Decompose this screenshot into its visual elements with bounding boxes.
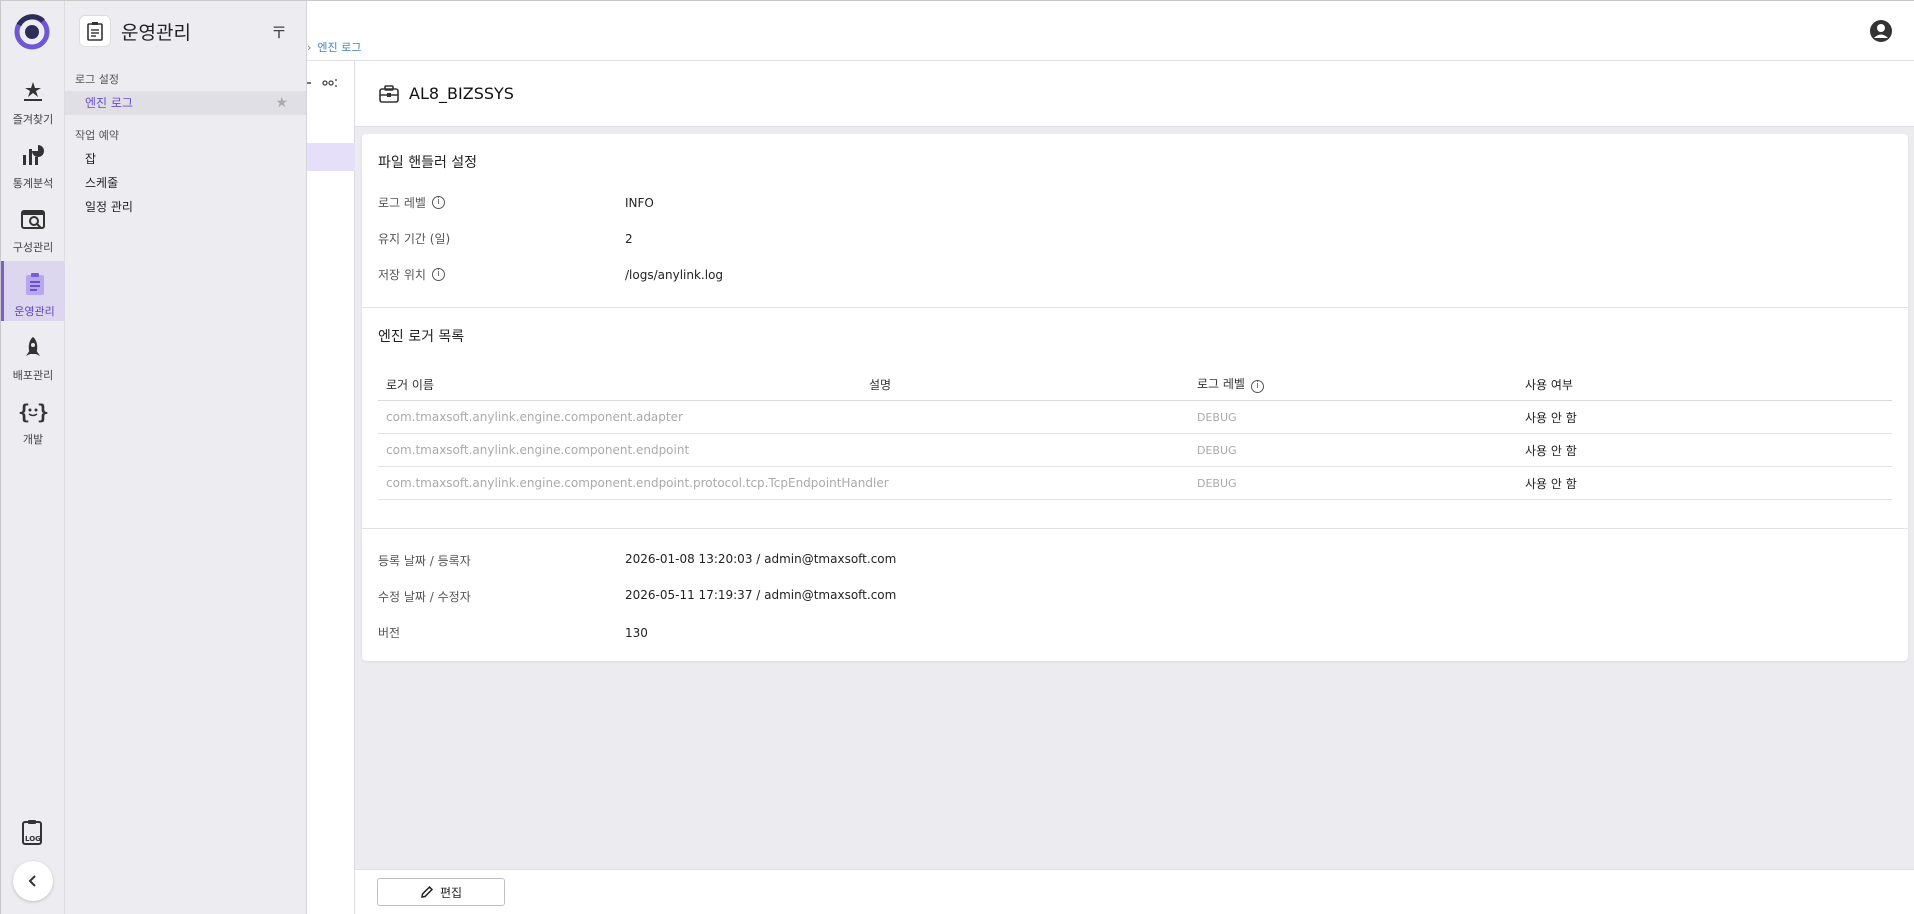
logger-level: DEBUG [1197,476,1237,490]
modified-value: 2026-05-11 17:19:37 / admin@tmaxsoft.com [625,588,897,602]
logger-name: com.tmaxsoft.anylink.engine.component.en… [386,476,889,490]
tree-selected-row[interactable] [307,143,355,171]
col-header-label: 로그 레벨 [1197,377,1245,391]
chevron-left-icon [28,875,36,887]
detail-card: 파일 핸들러 설정 로그 레벨 i INFO 유지 기간 (일) 2 저장 위치 i… [362,134,1908,661]
info-icon[interactable]: i [431,196,445,209]
col-header-level: 로그 레벨 i [1197,375,1525,393]
menu-section-title: 로그 설정 [75,73,119,86]
rail-item-label: 통계분석 [12,177,54,190]
svg-text:LOG: LOG [25,835,41,843]
logger-table: 로거 이름 설명 로그 레벨 i 사용 여부 com.tmaxsoft.anyli… [378,368,1892,500]
version-label: 버전 [378,626,401,640]
tree-tools-icon[interactable] [307,76,347,90]
location-label: 저장 위치 i [378,266,445,283]
page-title: AL8_BIZSSYS [409,84,514,103]
rail-item-stats[interactable]: 통계분석 [1,133,65,193]
edit-label: 편집 [439,885,463,900]
divider [362,528,1908,529]
icon-rail: 즐겨찾기 통계분석 구성관리 운영관리 배포관리 {} 개발 LOG [1,1,65,914]
top-bar: › 엔진 로그 [307,1,1914,61]
svg-text:{: { [18,400,30,424]
code-icon: {} [18,397,48,427]
tree-toolbar [307,76,347,93]
main-content: AL8_BIZSSYS 파일 핸들러 설정 로그 레벨 i INFO 유지 기간 … [355,61,1914,914]
table-row[interactable]: com.tmaxsoft.anylink.engine.component.en… [378,467,1892,500]
col-header-use: 사용 여부 [1525,377,1573,392]
field-label: 로그 레벨 [378,196,426,210]
secondary-menu: 운영관리 〒 로그 설정 엔진 로그 ★ 작업 예약 잡 스케줄 일정 관리 [65,1,307,914]
pin-icon[interactable]: 〒 [271,19,287,43]
pencil-icon [421,885,434,898]
table-row[interactable]: com.tmaxsoft.anylink.engine.component.ad… [378,401,1892,434]
section-title-loggers: 엔진 로거 목록 [378,329,465,345]
retention-value: 2 [625,232,633,246]
modified-label: 수정 날짜 / 수정자 [378,590,471,604]
field-label: 저장 위치 [378,268,426,282]
logger-level: DEBUG [1197,410,1237,424]
edit-button[interactable]: 편집 [377,878,505,906]
rail-item-dev[interactable]: {} 개발 [1,389,65,449]
favorite-star-icon[interactable]: ★ [275,91,288,115]
config-icon [18,205,48,235]
rail-item-deploy[interactable]: 배포관리 [1,325,65,385]
rail-item-label: 개발 [22,433,44,446]
logger-name: com.tmaxsoft.anylink.engine.component.en… [386,443,690,457]
col-header-name: 로거 이름 [386,377,434,392]
rail-item-operations[interactable]: 운영관리 [1,261,65,321]
menu-item-calendar[interactable]: 일정 관리 [65,195,306,219]
menu-item-engine-log[interactable]: 엔진 로그 ★ [65,91,306,115]
star-list-icon [18,77,48,107]
breadcrumb: › 엔진 로그 [307,39,361,55]
detail-title-bar: AL8_BIZSSYS [355,61,1914,127]
rail-item-label: 배포관리 [12,369,54,382]
stats-icon [18,141,48,171]
chevron-right-icon: › [307,41,312,54]
rail-item-label: 운영관리 [14,305,55,318]
menu-item-job[interactable]: 잡 [65,147,306,171]
logger-name: com.tmaxsoft.anylink.engine.component.ad… [386,410,683,424]
menu-header: 운영관리 〒 [65,1,306,61]
breadcrumb-current[interactable]: 엔진 로그 [317,41,361,54]
col-header-desc: 설명 [869,377,892,392]
rail-item-label: 구성관리 [12,241,54,254]
location-value: /logs/anylink.log [625,268,724,282]
logger-use: 사용 안 함 [1525,443,1577,458]
menu-section-title: 작업 예약 [75,129,119,142]
action-bar: 편집 [355,869,1914,914]
clipboard-icon [20,269,50,299]
clipboard-icon [79,15,111,47]
table-header: 로거 이름 설명 로그 레벨 i 사용 여부 [378,368,1892,401]
version-value: 130 [625,626,648,640]
rail-item-favorites[interactable]: 즐겨찾기 [1,69,65,129]
logger-use: 사용 안 함 [1525,476,1577,491]
retention-label: 유지 기간 (일) [378,232,451,246]
log-level-label: 로그 레벨 i [378,194,445,211]
section-title-file-handler: 파일 핸들러 설정 [378,155,478,171]
rocket-icon [18,333,48,363]
info-icon[interactable]: i [1250,380,1264,393]
created-value: 2026-01-08 13:20:03 / admin@tmaxsoft.com [625,552,897,566]
briefcase-icon [379,84,399,103]
log-icon[interactable]: LOG [20,819,46,847]
app-logo-icon[interactable] [13,13,51,51]
rail-item-label: 즐겨찾기 [12,113,54,126]
menu-item-label: 엔진 로그 [85,96,133,110]
rail-item-config[interactable]: 구성관리 [1,197,65,257]
created-label: 등록 날짜 / 등록자 [378,554,471,568]
menu-title: 운영관리 [121,21,191,44]
collapse-button[interactable] [13,861,53,901]
logger-level: DEBUG [1197,443,1237,457]
log-level-value: INFO [625,196,654,210]
svg-text:}: } [37,400,48,424]
table-row[interactable]: com.tmaxsoft.anylink.engine.component.en… [378,434,1892,467]
tree-panel [307,61,355,914]
divider [362,307,1908,308]
logger-use: 사용 안 함 [1525,410,1577,425]
user-account-icon[interactable] [1869,19,1893,43]
info-icon[interactable]: i [431,268,445,281]
menu-item-schedule[interactable]: 스케줄 [65,171,306,195]
